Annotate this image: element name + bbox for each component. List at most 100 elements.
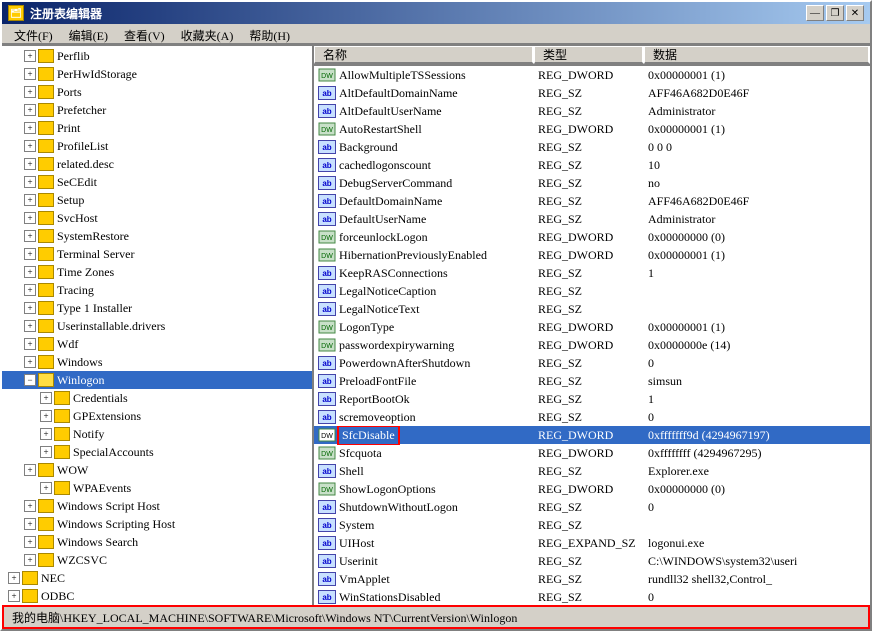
tree-item[interactable]: +SystemRestore [2,227,312,245]
list-row[interactable]: DW HibernationPreviouslyEnabled REG_DWOR… [314,246,870,264]
tree-item[interactable]: +Print [2,119,312,137]
tree-toggle-icon[interactable]: + [24,500,36,512]
tree-toggle-icon[interactable]: + [24,266,36,278]
tree-item[interactable]: +Ports [2,83,312,101]
col-header-data[interactable]: 数据 [644,46,870,64]
tree-item[interactable]: +Type 1 Installer [2,299,312,317]
list-row[interactable]: ab LegalNoticeText REG_SZ [314,300,870,318]
tree-item[interactable]: +Tracing [2,281,312,299]
tree-item[interactable]: +SeCEdit [2,173,312,191]
tree-toggle-icon[interactable]: + [24,554,36,566]
list-row[interactable]: DW AutoRestartShell REG_DWORD 0x00000001… [314,120,870,138]
close-button[interactable]: ✕ [846,5,864,21]
tree-toggle-icon[interactable]: + [24,518,36,530]
menu-edit[interactable]: 编辑(E) [61,26,116,41]
tree-toggle-icon[interactable]: + [24,194,36,206]
tree-toggle-icon[interactable]: + [40,428,52,440]
tree-item[interactable]: +WPAEvents [2,479,312,497]
tree-item[interactable]: +SpecialAccounts [2,443,312,461]
list-row[interactable]: ab PreloadFontFile REG_SZ simsun [314,372,870,390]
tree-toggle-icon[interactable]: + [24,86,36,98]
menu-view[interactable]: 查看(V) [116,26,173,41]
list-row[interactable]: ab AltDefaultDomainName REG_SZ AFF46A682… [314,84,870,102]
tree-toggle-icon[interactable]: + [24,104,36,116]
list-row[interactable]: ab PowerdownAfterShutdown REG_SZ 0 [314,354,870,372]
tree-toggle-icon[interactable]: − [24,374,36,386]
tree-item[interactable]: +PerHwIdStorage [2,65,312,83]
tree-toggle-icon[interactable]: + [8,590,20,602]
tree-toggle-icon[interactable]: + [24,536,36,548]
menu-help[interactable]: 帮助(H) [241,26,298,41]
tree-item[interactable]: +ODBC [2,587,312,605]
col-header-type[interactable]: 类型 [534,46,644,64]
tree-toggle-icon[interactable]: + [24,302,36,314]
tree-item[interactable]: +WZCSVC [2,551,312,569]
tree-toggle-icon[interactable]: + [24,140,36,152]
tree-item[interactable]: +related.desc [2,155,312,173]
tree-toggle-icon[interactable]: + [40,392,52,404]
minimize-button[interactable]: — [806,5,824,21]
tree-item[interactable]: +Time Zones [2,263,312,281]
col-header-name[interactable]: 名称 [314,46,534,64]
tree-item[interactable]: +Windows Search [2,533,312,551]
list-row[interactable]: ab DebugServerCommand REG_SZ no [314,174,870,192]
tree-item[interactable]: −Winlogon [2,371,312,389]
list-row[interactable]: ab scremoveoption REG_SZ 0 [314,408,870,426]
tree-toggle-icon[interactable]: + [24,122,36,134]
list-row[interactable]: DW Sfcquota REG_DWORD 0xffffffff (429496… [314,444,870,462]
tree-item[interactable]: +Terminal Server [2,245,312,263]
tree-item[interactable]: +ProfileList [2,137,312,155]
restore-button[interactable]: ❐ [826,5,844,21]
list-row[interactable]: ab WinStationsDisabled REG_SZ 0 [314,588,870,605]
tree-toggle-icon[interactable]: + [24,68,36,80]
list-row[interactable]: ab KeepRASConnections REG_SZ 1 [314,264,870,282]
list-row[interactable]: ab LegalNoticeCaption REG_SZ [314,282,870,300]
tree-item[interactable]: +Windows Scripting Host [2,515,312,533]
tree-toggle-icon[interactable]: + [24,248,36,260]
tree-toggle-icon[interactable]: + [24,284,36,296]
tree-item[interactable]: +Wdf [2,335,312,353]
list-row[interactable]: DW passwordexpirywarning REG_DWORD 0x000… [314,336,870,354]
tree-item[interactable]: +WOW [2,461,312,479]
tree-toggle-icon[interactable]: + [24,320,36,332]
tree-item[interactable]: +Setup [2,191,312,209]
tree-item[interactable]: +Windows Script Host [2,497,312,515]
tree-toggle-icon[interactable]: + [24,212,36,224]
list-row[interactable]: ab DefaultUserName REG_SZ Administrator [314,210,870,228]
tree-item[interactable]: +Prefetcher [2,101,312,119]
tree-toggle-icon[interactable]: + [24,158,36,170]
tree-item[interactable]: +Perflib [2,47,312,65]
list-row[interactable]: DW AllowMultipleTSSessions REG_DWORD 0x0… [314,66,870,84]
tree-item[interactable]: +Credentials [2,389,312,407]
list-row[interactable]: ab Shell REG_SZ Explorer.exe [314,462,870,480]
tree-item[interactable]: +SvcHost [2,209,312,227]
list-row[interactable]: ab ReportBootOk REG_SZ 1 [314,390,870,408]
tree-toggle-icon[interactable]: + [24,338,36,350]
list-row[interactable]: DW LogonType REG_DWORD 0x00000001 (1) [314,318,870,336]
tree-item[interactable]: +Notify [2,425,312,443]
list-scroll[interactable]: DW AllowMultipleTSSessions REG_DWORD 0x0… [314,66,870,605]
tree-toggle-icon[interactable]: + [40,410,52,422]
list-row[interactable]: DW forceunlockLogon REG_DWORD 0x00000000… [314,228,870,246]
list-row[interactable]: DW ShowLogonOptions REG_DWORD 0x00000000… [314,480,870,498]
list-row[interactable]: ab ShutdownWithoutLogon REG_SZ 0 [314,498,870,516]
list-row[interactable]: ab Background REG_SZ 0 0 0 [314,138,870,156]
tree-item[interactable]: +NEC [2,569,312,587]
tree-item[interactable]: +Userinstallable.drivers [2,317,312,335]
tree-item[interactable]: +Windows [2,353,312,371]
menu-file[interactable]: 文件(F) [6,26,61,41]
list-row[interactable]: ab Userinit REG_SZ C:\WINDOWS\system32\u… [314,552,870,570]
list-row[interactable]: ab VmApplet REG_SZ rundll32 shell32,Cont… [314,570,870,588]
list-row[interactable]: ab DefaultDomainName REG_SZ AFF46A682D0E… [314,192,870,210]
tree-toggle-icon[interactable]: + [8,572,20,584]
tree-toggle-icon[interactable]: + [24,50,36,62]
tree-item[interactable]: +GPExtensions [2,407,312,425]
menu-favorites[interactable]: 收藏夹(A) [173,26,242,41]
tree-scroll[interactable]: −NetworkCards+OpenGLDrivers+Perflib+PerH… [2,46,312,605]
tree-toggle-icon[interactable]: + [24,356,36,368]
list-row[interactable]: DW SfcDisable REG_DWORD 0xfffffff9d (429… [314,426,870,444]
list-row[interactable]: ab UIHost REG_EXPAND_SZ logonui.exe [314,534,870,552]
tree-toggle-icon[interactable]: + [40,482,52,494]
list-row[interactable]: ab AltDefaultUserName REG_SZ Administrat… [314,102,870,120]
list-row[interactable]: ab cachedlogonscount REG_SZ 10 [314,156,870,174]
